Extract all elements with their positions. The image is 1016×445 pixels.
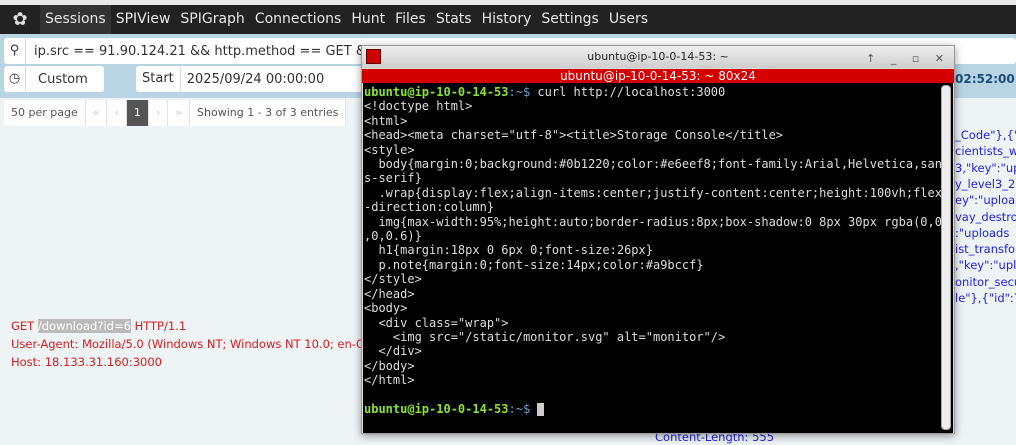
terminal-tab[interactable]: ubuntu@ip-10-0-14-53: ~ 80x24 — [362, 69, 954, 83]
nav-hunt[interactable]: Hunt — [346, 5, 390, 34]
page-1-button[interactable]: 1 — [126, 100, 149, 126]
response-fragment: ist_transfor — [955, 242, 1016, 257]
response-fragment: ,"key":"upl — [955, 258, 1016, 273]
response-fragment: onitor_secu — [955, 274, 1016, 289]
request-line: GET /download?id=6 HTTP/1.1 — [11, 319, 187, 333]
curl-output: <!doctype html> <html> <head><meta chars… — [364, 99, 942, 388]
nav-spigraph[interactable]: SPIGraph — [175, 5, 249, 34]
window-controls[interactable]: ↑ _ ▫ ✕ — [866, 48, 950, 70]
host-header: Host: 18.133.31.160:3000 — [11, 355, 162, 369]
nav-connections[interactable]: Connections — [250, 5, 347, 34]
response-fragment: y_level3_20 — [955, 176, 1016, 191]
nav-stats[interactable]: Stats — [431, 5, 477, 34]
pagination: 50 per page « ‹ 1 › » Showing 1 - 3 of 3… — [4, 100, 347, 126]
last-page-button[interactable]: » — [168, 100, 191, 126]
nav-spiview[interactable]: SPIView — [111, 5, 176, 34]
end-time-value[interactable]: 02:52:00 — [955, 66, 1016, 92]
nav-history[interactable]: History — [477, 5, 537, 34]
response-fragment: ey":"upload — [955, 193, 1016, 208]
response-fragment: :"uploads — [955, 225, 1010, 240]
nav-settings[interactable]: Settings — [536, 5, 603, 34]
nav-users[interactable]: Users — [604, 5, 653, 34]
response-fragment: cientists_w — [955, 144, 1016, 159]
response-fragment: _Code"},{" — [955, 128, 1016, 142]
response-fragment: vay_destroy — [955, 209, 1016, 224]
terminal-app-icon — [366, 49, 381, 64]
search-icon: ⚲ — [4, 38, 26, 64]
response-fragment: 3,"key":"up — [955, 160, 1016, 175]
terminal-window[interactable]: ubuntu@ip-10-0-14-53: ~ ↑ _ ▫ ✕ ubuntu@i… — [361, 45, 955, 434]
start-time-field[interactable]: Start 2025/09/24 00:00:00 — [136, 66, 376, 92]
per-page-select[interactable]: 50 per page — [4, 100, 86, 126]
prev-page-button[interactable]: ‹ — [107, 100, 127, 126]
nav-sessions[interactable]: Sessions — [40, 5, 111, 34]
nav-bar: ✿ Sessions SPIView SPIGraph Connections Hunt… — [0, 5, 1016, 34]
nav-files[interactable]: Files — [390, 5, 431, 34]
owl-logo-icon[interactable]: ✿ — [0, 5, 40, 34]
start-time-input[interactable]: 2025/09/24 00:00:00 — [181, 72, 324, 87]
first-page-button[interactable]: « — [86, 100, 108, 126]
terminal-scrollbar[interactable] — [941, 85, 951, 430]
terminal-cursor — [537, 402, 545, 416]
next-page-button[interactable]: › — [149, 100, 169, 126]
time-range-select[interactable]: ◷ Custom — [4, 66, 104, 92]
terminal-output[interactable]: ubuntu@ip-10-0-14-53:~$ curl http://loca… — [363, 83, 953, 433]
entries-count: Showing 1 - 3 of 3 entries — [190, 100, 347, 126]
clock-icon: ◷ — [4, 66, 26, 92]
response-fragment: le"},{"id":7 — [955, 291, 1016, 305]
user-agent-header: User-Agent: Mozilla/5.0 (Windows NT; Win… — [11, 337, 372, 351]
search-input[interactable]: ip.src == 91.90.124.21 && http.method ==… — [26, 44, 407, 59]
terminal-titlebar[interactable]: ubuntu@ip-10-0-14-53: ~ ↑ _ ▫ ✕ — [362, 46, 954, 68]
